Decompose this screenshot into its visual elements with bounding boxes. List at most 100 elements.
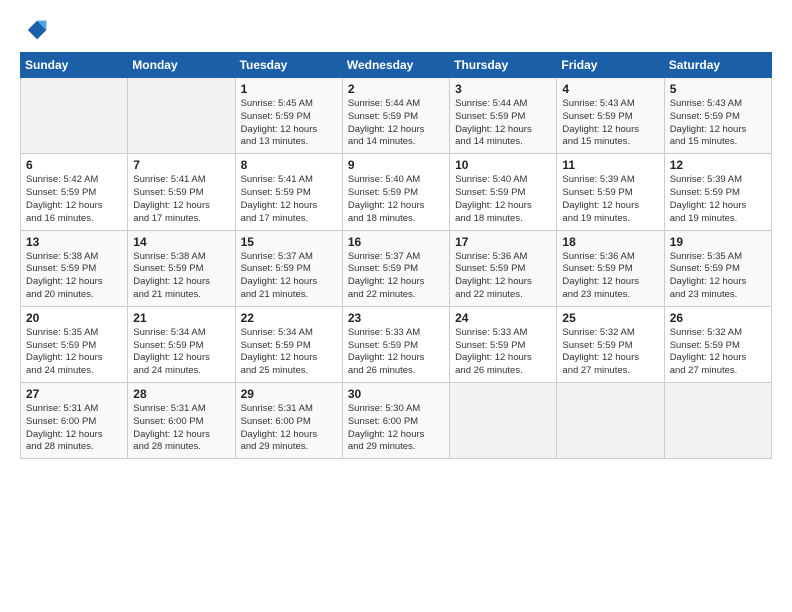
week-row-2: 13 Sunrise: 5:38 AM Sunset: 5:59 PM Dayli…: [21, 230, 772, 306]
calendar-page: SundayMondayTuesdayWednesdayThursdayFrid…: [0, 0, 792, 612]
calendar-cell: 6Sunrise: 5:42 AM Sunset: 5:59 PM Daylig…: [21, 154, 128, 230]
day-info: Sunrise: 5:35 AM Sunset: 5:59 PM Dayligh…: [26, 327, 122, 378]
day-number: 24: [455, 311, 551, 325]
calendar-cell: [450, 383, 557, 459]
day-number: 13: [26, 235, 122, 249]
weekday-header-wednesday: Wednesday: [342, 53, 449, 78]
calendar-cell: 23 Sunrise: 5:33 AM Sunset: 5:59 PM Dayli…: [342, 306, 449, 382]
weekday-header-monday: Monday: [128, 53, 235, 78]
day-info: Sunrise: 5:36 AM Sunset: 5:59 PM Dayligh…: [455, 251, 551, 302]
day-number: 30: [348, 387, 444, 401]
day-info: Sunrise: 5:31 AM Sunset: 6:00 PM Dayligh…: [133, 403, 229, 454]
weekday-header-row: SundayMondayTuesdayWednesdayThursdayFrid…: [21, 53, 772, 78]
day-number: 28: [133, 387, 229, 401]
weekday-header-thursday: Thursday: [450, 53, 557, 78]
calendar-cell: 4Sunrise: 5:43 AM Sunset: 5:59 PM Daylig…: [557, 78, 664, 154]
calendar-body: 1 Sunrise: 5:45 AM Sunset: 5:59 PM Daylig…: [21, 78, 772, 459]
day-info: Sunrise: 5:40 AM Sunset: 5:59 PM Dayligh…: [348, 174, 444, 225]
day-number: 8: [241, 158, 337, 172]
logo: [20, 16, 52, 44]
calendar-cell: 28 Sunrise: 5:31 AM Sunset: 6:00 PM Dayli…: [128, 383, 235, 459]
day-number: 11: [562, 158, 658, 172]
day-number: 18: [562, 235, 658, 249]
day-info: Sunrise: 5:34 AM Sunset: 5:59 PM Dayligh…: [241, 327, 337, 378]
day-number: 9: [348, 158, 444, 172]
day-info: Sunrise: 5:44 AM Sunset: 5:59 PM Dayligh…: [348, 98, 444, 149]
day-number: 20: [26, 311, 122, 325]
day-info: Sunrise: 5:38 AM Sunset: 5:59 PM Dayligh…: [133, 251, 229, 302]
calendar-cell: 15Sunrise: 5:37 AM Sunset: 5:59 PM Dayli…: [235, 230, 342, 306]
calendar-cell: 10 Sunrise: 5:40 AM Sunset: 5:59 PM Dayli…: [450, 154, 557, 230]
day-info: Sunrise: 5:43 AM Sunset: 5:59 PM Dayligh…: [670, 98, 766, 149]
day-number: 15: [241, 235, 337, 249]
day-number: 2: [348, 82, 444, 96]
calendar-cell: 5 Sunrise: 5:43 AM Sunset: 5:59 PM Daylig…: [664, 78, 771, 154]
calendar-cell: 12 Sunrise: 5:39 AM Sunset: 5:59 PM Dayli…: [664, 154, 771, 230]
day-info: Sunrise: 5:43 AM Sunset: 5:59 PM Dayligh…: [562, 98, 658, 149]
calendar-cell: 25Sunrise: 5:32 AM Sunset: 5:59 PM Dayli…: [557, 306, 664, 382]
week-row-1: 6Sunrise: 5:42 AM Sunset: 5:59 PM Daylig…: [21, 154, 772, 230]
day-number: 22: [241, 311, 337, 325]
calendar-cell: 24 Sunrise: 5:33 AM Sunset: 5:59 PM Dayli…: [450, 306, 557, 382]
day-info: Sunrise: 5:39 AM Sunset: 5:59 PM Dayligh…: [670, 174, 766, 225]
day-number: 16: [348, 235, 444, 249]
calendar-cell: 27 Sunrise: 5:31 AM Sunset: 6:00 PM Dayli…: [21, 383, 128, 459]
calendar-cell: 22 Sunrise: 5:34 AM Sunset: 5:59 PM Dayli…: [235, 306, 342, 382]
calendar-cell: 26 Sunrise: 5:32 AM Sunset: 5:59 PM Dayli…: [664, 306, 771, 382]
calendar-cell: 16Sunrise: 5:37 AM Sunset: 5:59 PM Dayli…: [342, 230, 449, 306]
day-number: 19: [670, 235, 766, 249]
day-info: Sunrise: 5:39 AM Sunset: 5:59 PM Dayligh…: [562, 174, 658, 225]
calendar-cell: 1 Sunrise: 5:45 AM Sunset: 5:59 PM Daylig…: [235, 78, 342, 154]
week-row-3: 20 Sunrise: 5:35 AM Sunset: 5:59 PM Dayli…: [21, 306, 772, 382]
day-number: 27: [26, 387, 122, 401]
day-info: Sunrise: 5:33 AM Sunset: 5:59 PM Dayligh…: [348, 327, 444, 378]
day-number: 12: [670, 158, 766, 172]
day-info: Sunrise: 5:35 AM Sunset: 5:59 PM Dayligh…: [670, 251, 766, 302]
calendar-cell: 9 Sunrise: 5:40 AM Sunset: 5:59 PM Daylig…: [342, 154, 449, 230]
calendar-cell: 30 Sunrise: 5:30 AM Sunset: 6:00 PM Dayli…: [342, 383, 449, 459]
calendar-header: SundayMondayTuesdayWednesdayThursdayFrid…: [21, 53, 772, 78]
weekday-header-sunday: Sunday: [21, 53, 128, 78]
day-number: 3: [455, 82, 551, 96]
day-info: Sunrise: 5:41 AM Sunset: 5:59 PM Dayligh…: [133, 174, 229, 225]
calendar-cell: 8Sunrise: 5:41 AM Sunset: 5:59 PM Daylig…: [235, 154, 342, 230]
header: [20, 16, 772, 44]
day-number: 23: [348, 311, 444, 325]
day-info: Sunrise: 5:33 AM Sunset: 5:59 PM Dayligh…: [455, 327, 551, 378]
day-info: Sunrise: 5:38 AM Sunset: 5:59 PM Dayligh…: [26, 251, 122, 302]
calendar-cell: 14 Sunrise: 5:38 AM Sunset: 5:59 PM Dayli…: [128, 230, 235, 306]
calendar-cell: [128, 78, 235, 154]
calendar-cell: 2 Sunrise: 5:44 AM Sunset: 5:59 PM Daylig…: [342, 78, 449, 154]
day-info: Sunrise: 5:30 AM Sunset: 6:00 PM Dayligh…: [348, 403, 444, 454]
calendar-cell: 11 Sunrise: 5:39 AM Sunset: 5:59 PM Dayli…: [557, 154, 664, 230]
day-info: Sunrise: 5:32 AM Sunset: 5:59 PM Dayligh…: [670, 327, 766, 378]
calendar-cell: 3Sunrise: 5:44 AM Sunset: 5:59 PM Daylig…: [450, 78, 557, 154]
day-info: Sunrise: 5:36 AM Sunset: 5:59 PM Dayligh…: [562, 251, 658, 302]
weekday-header-saturday: Saturday: [664, 53, 771, 78]
calendar-cell: 13 Sunrise: 5:38 AM Sunset: 5:59 PM Dayli…: [21, 230, 128, 306]
day-number: 6: [26, 158, 122, 172]
day-number: 5: [670, 82, 766, 96]
calendar-table: SundayMondayTuesdayWednesdayThursdayFrid…: [20, 52, 772, 459]
day-info: Sunrise: 5:34 AM Sunset: 5:59 PM Dayligh…: [133, 327, 229, 378]
day-number: 17: [455, 235, 551, 249]
calendar-cell: 20 Sunrise: 5:35 AM Sunset: 5:59 PM Dayli…: [21, 306, 128, 382]
calendar-cell: [21, 78, 128, 154]
day-number: 1: [241, 82, 337, 96]
day-info: Sunrise: 5:31 AM Sunset: 6:00 PM Dayligh…: [241, 403, 337, 454]
calendar-cell: 18 Sunrise: 5:36 AM Sunset: 5:59 PM Dayli…: [557, 230, 664, 306]
weekday-header-friday: Friday: [557, 53, 664, 78]
day-number: 21: [133, 311, 229, 325]
calendar-cell: 19 Sunrise: 5:35 AM Sunset: 5:59 PM Dayli…: [664, 230, 771, 306]
day-number: 25: [562, 311, 658, 325]
calendar-cell: 21 Sunrise: 5:34 AM Sunset: 5:59 PM Dayli…: [128, 306, 235, 382]
day-number: 26: [670, 311, 766, 325]
day-info: Sunrise: 5:31 AM Sunset: 6:00 PM Dayligh…: [26, 403, 122, 454]
day-number: 14: [133, 235, 229, 249]
day-info: Sunrise: 5:45 AM Sunset: 5:59 PM Dayligh…: [241, 98, 337, 149]
weekday-header-tuesday: Tuesday: [235, 53, 342, 78]
day-number: 10: [455, 158, 551, 172]
day-number: 29: [241, 387, 337, 401]
day-info: Sunrise: 5:40 AM Sunset: 5:59 PM Dayligh…: [455, 174, 551, 225]
calendar-cell: 17 Sunrise: 5:36 AM Sunset: 5:59 PM Dayli…: [450, 230, 557, 306]
